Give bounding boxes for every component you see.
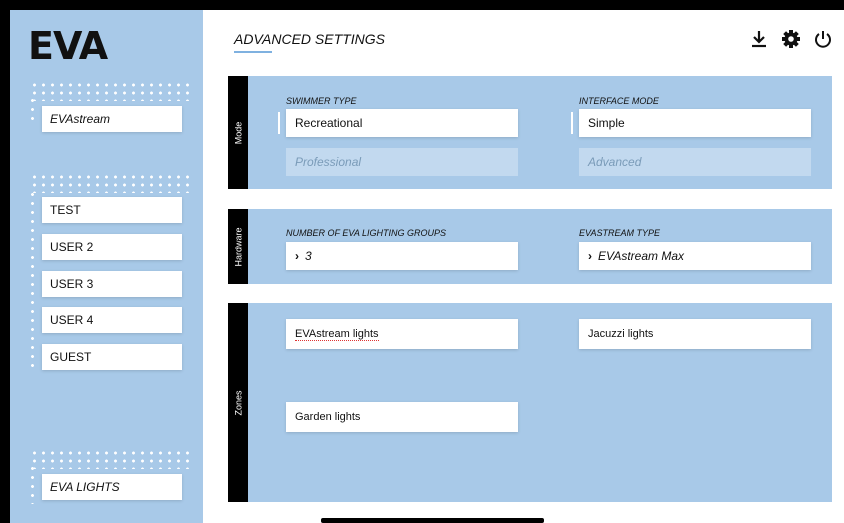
chevron-right-icon: ›	[295, 249, 299, 263]
dot-pattern	[30, 96, 35, 126]
app-frame: EVA EVAstream TEST USER 2 USER 3 USER 4 …	[10, 10, 844, 523]
sidebar-item-user-3[interactable]: USER 3	[42, 271, 182, 297]
power-icon[interactable]	[812, 28, 834, 50]
dot-pattern	[30, 173, 190, 193]
swimmer-type-recreational-option[interactable]: Recreational	[278, 109, 518, 137]
evastream-type-value: EVAstream Max	[598, 249, 685, 263]
lighting-groups-label: NUMBER OF EVA LIGHTING GROUPS	[286, 228, 447, 238]
dot-pattern	[30, 81, 190, 101]
home-indicator	[321, 518, 544, 523]
download-icon[interactable]	[748, 28, 770, 50]
main-panel: ADVANCED SETTINGS Mode SWIMMER TYPE Recr…	[203, 10, 844, 523]
sidebar-item-user-test[interactable]: TEST	[42, 197, 182, 223]
dot-pattern	[30, 190, 35, 370]
zone-label: EVAstream lights	[295, 328, 379, 341]
gear-icon[interactable]	[780, 28, 802, 50]
lighting-groups-value: 3	[305, 249, 312, 263]
section-label-zones: Zones	[228, 303, 248, 502]
swimmer-type-professional-option[interactable]: Professional	[286, 148, 518, 176]
sidebar-item-evastream[interactable]: EVAstream	[42, 106, 182, 132]
dot-pattern	[30, 464, 35, 504]
sidebar: EVA EVAstream TEST USER 2 USER 3 USER 4 …	[10, 10, 203, 523]
dot-pattern	[30, 449, 190, 469]
hardware-section: Hardware NUMBER OF EVA LIGHTING GROUPS ›…	[228, 209, 832, 284]
zone-garden-lights[interactable]: Garden lights	[286, 402, 518, 432]
evastream-type-label: EVASTREAM TYPE	[579, 228, 661, 238]
page-title: ADVANCED SETTINGS	[234, 31, 385, 47]
title-underline	[234, 51, 272, 53]
interface-mode-simple-option[interactable]: Simple	[571, 109, 811, 137]
section-label-mode: Mode	[228, 76, 248, 189]
interface-mode-label: INTERFACE MODE	[579, 96, 659, 106]
sidebar-item-guest[interactable]: GUEST	[42, 344, 182, 370]
zone-evastream-lights[interactable]: EVAstream lights	[286, 319, 518, 349]
mode-section: Mode SWIMMER TYPE Recreational Professio…	[228, 76, 832, 189]
top-toolbar	[748, 28, 834, 50]
chevron-right-icon: ›	[588, 249, 592, 263]
evastream-type-select[interactable]: › EVAstream Max	[579, 242, 811, 270]
sidebar-item-eva-lights[interactable]: EVA LIGHTS	[42, 474, 182, 500]
section-label-hardware: Hardware	[228, 209, 248, 284]
eva-logo: EVA	[28, 24, 108, 68]
zones-section: Zones EVAstream lights Jacuzzi lights Ga…	[228, 303, 832, 502]
lighting-groups-select[interactable]: › 3	[286, 242, 518, 270]
swimmer-type-label: SWIMMER TYPE	[286, 96, 357, 106]
zone-jacuzzi-lights[interactable]: Jacuzzi lights	[579, 319, 811, 349]
sidebar-item-user-2[interactable]: USER 2	[42, 234, 182, 260]
sidebar-item-user-4[interactable]: USER 4	[42, 307, 182, 333]
interface-mode-advanced-option[interactable]: Advanced	[579, 148, 811, 176]
